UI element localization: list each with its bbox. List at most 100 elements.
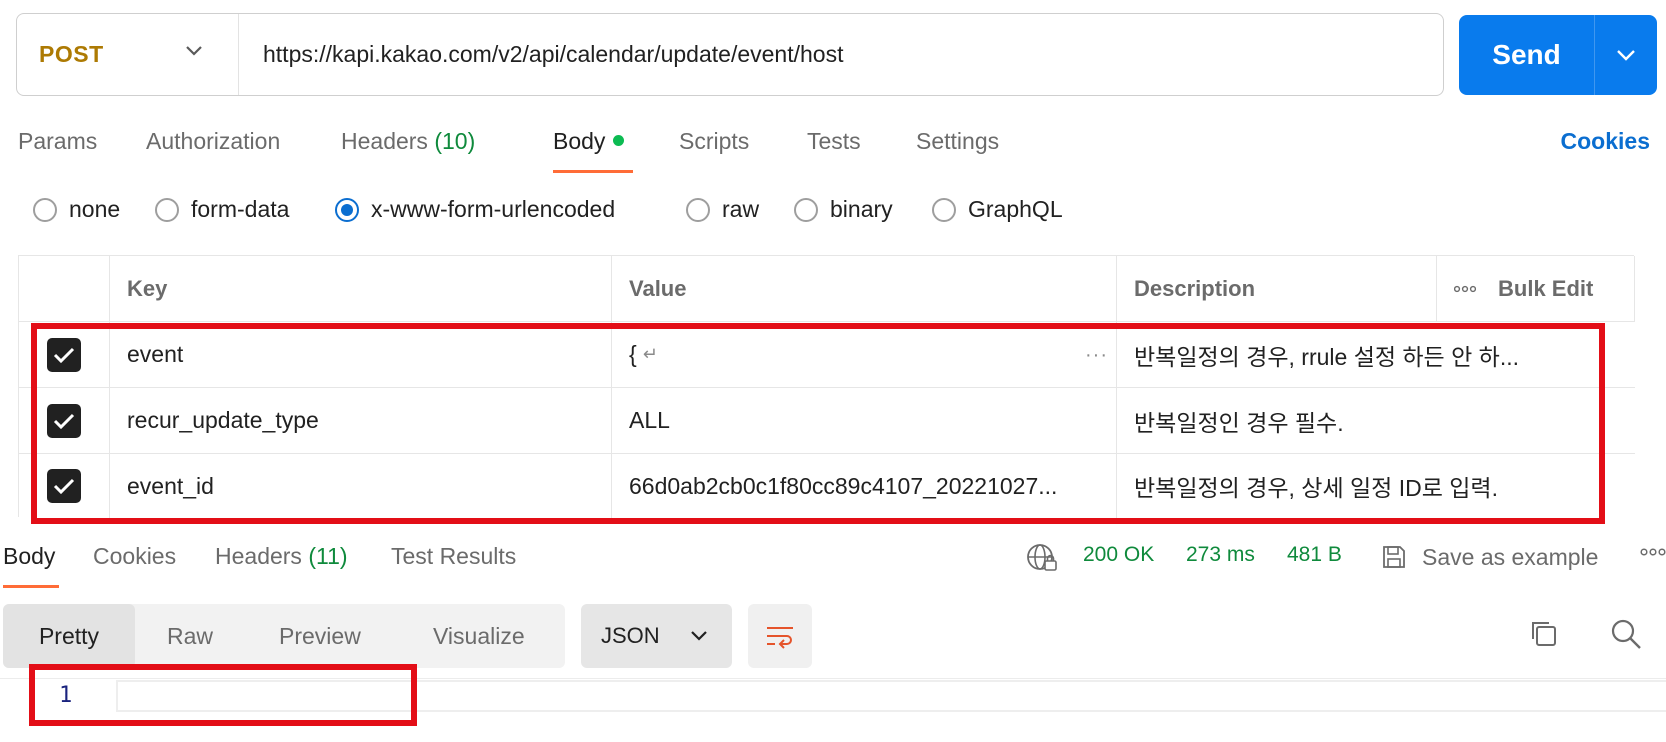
send-options-button[interactable] — [1595, 15, 1657, 95]
param-value-cell[interactable]: {↵ ··· — [612, 322, 1117, 387]
view-mode-visualize[interactable]: Visualize — [433, 604, 525, 668]
tab-label: Cookies — [93, 543, 177, 569]
tab-label: Headers — [215, 543, 302, 569]
table-row: recur_update_type ALL 반복일정인 경우 필수. — [19, 388, 1635, 454]
response-tabs: Body Cookies Headers (11) Test Results 2… — [0, 537, 1666, 588]
bulk-edit-button[interactable]: Bulk Edit — [1498, 276, 1593, 302]
save-icon — [1383, 546, 1405, 568]
response-tab-test-results[interactable]: Test Results — [391, 543, 516, 570]
param-description[interactable]: 반복일정인 경우 필수. — [1117, 388, 1640, 453]
response-tab-cookies[interactable]: Cookies — [93, 543, 176, 570]
view-mode-raw[interactable]: Raw — [167, 604, 213, 668]
radio-label: binary — [830, 196, 893, 222]
checkmark-icon — [53, 347, 75, 363]
table-row: event {↵ ··· 반복일정의 경우, rrule 설정 하든 안 하..… — [19, 322, 1635, 388]
radio-label: GraphQL — [968, 196, 1063, 222]
request-url-bar: POST https://kapi.kakao.com/v2/api/calen… — [16, 13, 1444, 96]
more-options-icon[interactable] — [1454, 285, 1476, 293]
param-value: { — [629, 341, 637, 367]
request-tabs: Params Authorization Headers (10) Body S… — [0, 122, 1666, 176]
radio-label: none — [69, 196, 121, 222]
tab-body[interactable]: Body — [553, 128, 625, 155]
response-tab-body[interactable]: Body — [3, 543, 55, 570]
param-key[interactable]: event — [110, 322, 612, 387]
param-description[interactable]: 반복일정의 경우, 상세 일정 ID로 입력. — [1117, 454, 1640, 518]
cookies-link[interactable]: Cookies — [1561, 128, 1650, 155]
status-code[interactable]: 200 OK — [1083, 543, 1154, 567]
search-icon[interactable] — [1609, 617, 1643, 651]
tab-settings[interactable]: Settings — [916, 128, 999, 155]
table-header-row: Key Value Description Bulk Edit — [19, 256, 1635, 322]
radio-label: form-data — [191, 196, 290, 222]
row-checkbox[interactable] — [47, 469, 81, 503]
response-body-editor[interactable] — [116, 680, 1666, 712]
expand-value-icon[interactable]: ··· — [1085, 344, 1108, 367]
header-key: Key — [110, 256, 612, 321]
radio-binary[interactable]: binary — [794, 196, 893, 223]
more-options-icon[interactable] — [1640, 547, 1666, 557]
line-number: 1 — [59, 683, 73, 708]
radio-label: x-www-form-urlencoded — [371, 196, 616, 222]
tab-label: Authorization — [146, 128, 281, 154]
tab-label: Tests — [807, 128, 861, 154]
url-input[interactable]: https://kapi.kakao.com/v2/api/calendar/u… — [239, 41, 843, 68]
tab-label: Test Results — [391, 543, 517, 569]
chevron-down-icon — [1617, 50, 1635, 61]
tab-scripts[interactable]: Scripts — [679, 128, 749, 155]
network-globe-icon[interactable] — [1025, 542, 1059, 574]
row-checkbox-cell — [19, 454, 110, 518]
row-checkbox-cell — [19, 322, 110, 387]
radio-x-www-form-urlencoded[interactable]: x-www-form-urlencoded — [335, 196, 615, 223]
tab-label: Headers — [341, 128, 428, 154]
response-size[interactable]: 481 B — [1287, 543, 1342, 567]
save-as-example-button[interactable]: Save as example — [1380, 543, 1598, 571]
view-mode-pretty[interactable]: Pretty — [3, 604, 135, 668]
response-tab-headers[interactable]: Headers (11) — [215, 543, 348, 570]
wrap-lines-button[interactable] — [748, 604, 812, 668]
row-checkbox-cell — [19, 388, 110, 453]
format-select[interactable]: JSON — [581, 604, 732, 668]
checkmark-icon — [53, 413, 75, 429]
param-description[interactable]: 반복일정의 경우, rrule 설정 하든 안 하... — [1117, 322, 1640, 387]
tab-label: Params — [18, 128, 98, 154]
row-checkbox[interactable] — [47, 337, 81, 372]
tab-tests[interactable]: Tests — [807, 128, 861, 155]
radio-circle — [33, 197, 57, 222]
param-value[interactable]: ALL — [612, 388, 1117, 453]
radio-circle-selected — [335, 197, 359, 222]
send-button-group: Send — [1459, 15, 1657, 95]
radio-form-data[interactable]: form-data — [155, 196, 289, 223]
tab-authorization[interactable]: Authorization — [146, 128, 280, 155]
checkmark-icon — [53, 478, 75, 495]
chevron-down-icon — [186, 46, 202, 56]
send-button[interactable]: Send — [1459, 15, 1595, 95]
radio-circle — [794, 197, 818, 222]
body-type-radio-group: none form-data x-www-form-urlencoded raw… — [0, 196, 1200, 236]
method-select[interactable]: POST — [17, 14, 239, 95]
header-actions: Bulk Edit — [1437, 256, 1635, 321]
line-break-icon: ↵ — [642, 344, 658, 364]
radio-circle — [155, 197, 179, 222]
chevron-down-icon — [691, 631, 707, 641]
param-key[interactable]: recur_update_type — [110, 388, 612, 453]
tab-label: Body — [3, 543, 56, 569]
params-table: Key Value Description Bulk Edit event {↵… — [18, 255, 1635, 518]
response-time[interactable]: 273 ms — [1186, 543, 1255, 567]
param-key[interactable]: event_id — [110, 454, 612, 518]
method-label: POST — [39, 41, 104, 67]
tab-headers[interactable]: Headers (10) — [341, 128, 475, 155]
header-value: Value — [612, 256, 1117, 321]
radio-none[interactable]: none — [33, 196, 120, 223]
tab-params[interactable]: Params — [18, 128, 97, 155]
param-value[interactable]: 66d0ab2cb0c1f80cc89c4107_20221027... — [612, 454, 1117, 518]
copy-icon[interactable] — [1528, 618, 1560, 650]
tab-label: Scripts — [679, 128, 750, 154]
radio-raw[interactable]: raw — [686, 196, 759, 223]
radio-label: raw — [722, 196, 760, 222]
view-mode-segmented-control: Pretty Raw Preview Visualize — [3, 604, 565, 668]
active-tab-indicator — [3, 585, 59, 588]
radio-graphql[interactable]: GraphQL — [932, 196, 1063, 223]
view-mode-preview[interactable]: Preview — [279, 604, 361, 668]
row-checkbox[interactable] — [47, 403, 81, 438]
editor-top-border — [0, 678, 1666, 679]
